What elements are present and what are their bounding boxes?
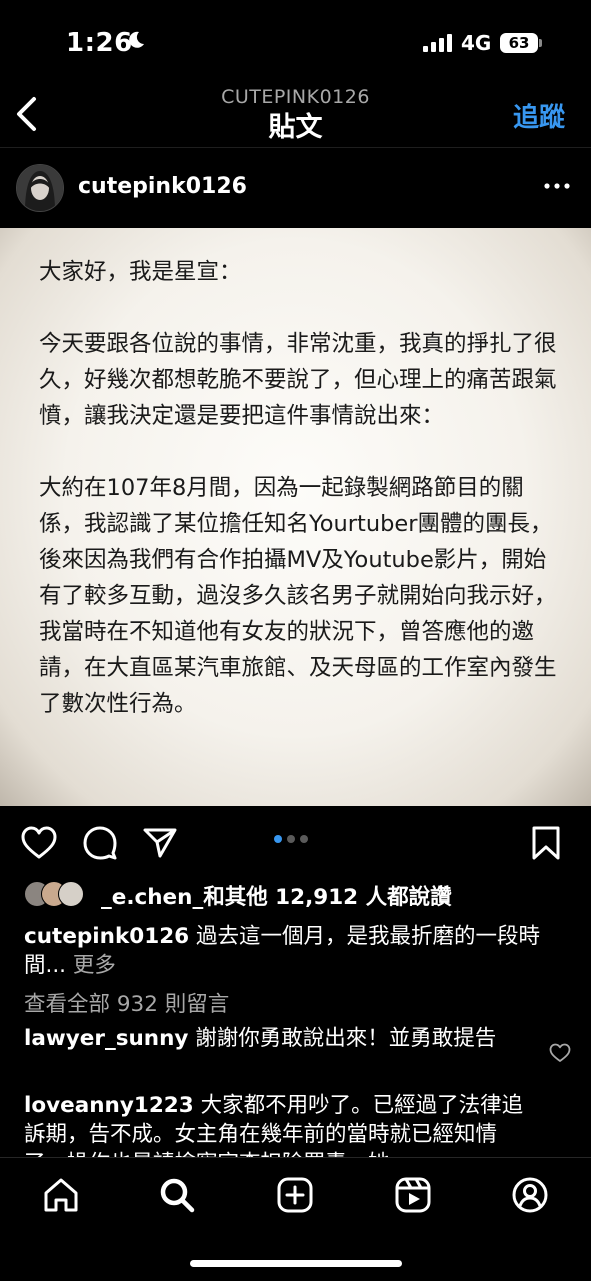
liker-avatars[interactable]	[24, 881, 94, 907]
heart-icon[interactable]	[21, 826, 57, 860]
carousel-dot	[287, 835, 295, 843]
comment-icon[interactable]	[82, 826, 118, 860]
follow-button[interactable]: 追蹤	[513, 97, 565, 134]
carousel-dot	[300, 835, 308, 843]
view-all-comments-link[interactable]: 查看全部 932 則留言	[24, 987, 229, 1018]
carousel-indicator	[274, 835, 308, 843]
status-time: 1:26	[66, 28, 133, 58]
create-icon[interactable]	[276, 1176, 314, 1214]
comment-username[interactable]: loveanny1223	[24, 1093, 194, 1118]
comment-username[interactable]: lawyer_sunny	[24, 1026, 188, 1051]
comment-text: 謝謝你勇敢說出來！並勇敢提告	[195, 1026, 497, 1051]
liker-avatar	[58, 881, 84, 907]
post-author-username[interactable]: cutepink0126	[78, 174, 247, 199]
page-title: 貼文	[268, 112, 323, 143]
network-type: 4G	[461, 31, 492, 55]
reels-icon[interactable]	[394, 1176, 432, 1214]
comment-like-icon[interactable]	[549, 1043, 571, 1063]
battery-icon: 63	[500, 33, 538, 53]
post-paragraph-story: 大約在107年8月間，因為一起錄製網路節目的關係，我認識了某位擔任知名Yourt…	[39, 475, 557, 717]
header-divider	[0, 147, 591, 148]
home-indicator	[190, 1260, 402, 1267]
post-paragraph-greeting: 大家好，我是星宣：	[39, 259, 242, 285]
post-paragraph-intro: 今天要跟各位說的事情，非常沈重，我真的掙扎了很久，好幾次都想乾脆不要說了，但心理…	[39, 331, 557, 429]
moon-icon	[129, 31, 144, 48]
save-icon[interactable]	[530, 825, 562, 861]
post-image[interactable]: 大家好，我是星宣： 今天要跟各位說的事情，非常沈重，我真的掙扎了很久，好幾次都想…	[0, 228, 591, 806]
home-icon[interactable]	[42, 1176, 80, 1214]
more-icon[interactable]	[543, 178, 571, 194]
battery-nub	[539, 39, 542, 47]
profile-icon[interactable]	[511, 1176, 549, 1214]
post-caption: cutepink0126 過去這一個月，是我最折磨的一段時間... 更多	[24, 922, 564, 980]
comment-item: lawyer_sunny 謝謝你勇敢說出來！並勇敢提告	[24, 1024, 524, 1053]
post-image-text: 大家好，我是星宣： 今天要跟各位說的事情，非常沈重，我真的掙扎了很久，好幾次都想…	[39, 254, 559, 722]
likes-count[interactable]: _e.chen_和其他 12,912 人都說讚	[101, 880, 452, 911]
search-icon[interactable]	[158, 1176, 196, 1214]
signal-icon	[423, 34, 452, 52]
caption-username[interactable]: cutepink0126	[24, 924, 189, 949]
more-link[interactable]: 更多	[73, 953, 116, 978]
share-icon[interactable]	[142, 827, 178, 859]
avatar[interactable]	[16, 164, 64, 212]
comment-item: loveanny1223 大家都不用吵了。已經過了法律追訴期，告不成。女主角在幾…	[24, 1091, 524, 1157]
carousel-dot-active	[274, 835, 282, 843]
